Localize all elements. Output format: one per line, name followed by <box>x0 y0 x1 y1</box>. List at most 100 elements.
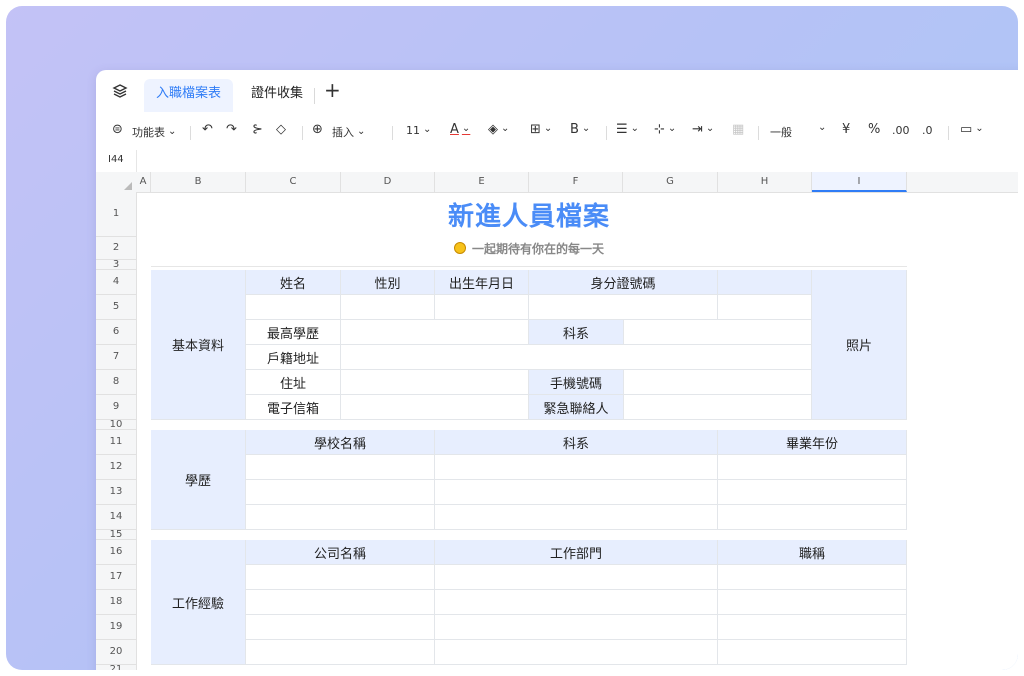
input-title-3[interactable] <box>718 615 907 640</box>
input-id-number[interactable] <box>529 295 718 320</box>
cell-h4[interactable] <box>718 270 812 295</box>
merge-cells-icon[interactable]: ▦ <box>732 122 744 137</box>
row-header-5[interactable]: 5 <box>96 295 136 320</box>
input-company-3[interactable] <box>246 615 435 640</box>
eraser-icon[interactable]: ◇ <box>276 122 286 137</box>
row-header-12[interactable]: 12 <box>96 455 136 480</box>
select-all-icon[interactable] <box>124 182 132 190</box>
label-major[interactable]: 科系 <box>529 320 624 345</box>
border-icon[interactable]: ⊞ <box>530 122 552 137</box>
tab-documents[interactable]: 證件收集 <box>239 79 315 112</box>
label-gender[interactable]: 性別 <box>341 270 435 295</box>
row-header-8[interactable]: 8 <box>96 370 136 395</box>
row-header-2[interactable]: 2 <box>96 237 136 260</box>
input-department-1[interactable] <box>435 565 718 590</box>
number-format-select[interactable]: 一般 <box>770 124 792 140</box>
row-header-20[interactable]: 20 <box>96 640 136 665</box>
insert-icon[interactable]: ⊕ <box>312 122 323 137</box>
input-email[interactable] <box>341 395 529 420</box>
row-header-3[interactable]: 3 <box>96 260 136 270</box>
input-school-1[interactable] <box>246 455 435 480</box>
input-title-1[interactable] <box>718 565 907 590</box>
input-education-level[interactable] <box>341 320 529 345</box>
label-birth-date[interactable]: 出生年月日 <box>435 270 529 295</box>
input-school-2[interactable] <box>246 480 435 505</box>
row-header-6[interactable]: 6 <box>96 320 136 345</box>
menu-icon[interactable]: ⊜ <box>112 122 123 137</box>
section-basic-info[interactable]: 基本資料 <box>151 270 246 420</box>
input-school-3[interactable] <box>246 505 435 530</box>
column-header-g[interactable]: G <box>623 172 718 192</box>
decrease-decimal-button[interactable]: .0 <box>922 124 933 137</box>
row-header-10[interactable]: 10 <box>96 420 136 430</box>
input-year-3[interactable] <box>718 505 907 530</box>
format-painter-icon[interactable]: ⊱ <box>252 122 263 137</box>
column-header-i[interactable]: I <box>812 172 907 192</box>
percent-button[interactable]: % <box>868 122 880 137</box>
column-header-b[interactable]: B <box>151 172 246 192</box>
align-icon[interactable]: ☰ <box>616 122 639 137</box>
label-address[interactable]: 住址 <box>246 370 341 395</box>
increase-decimal-button[interactable]: .00 <box>892 124 910 137</box>
input-address[interactable] <box>341 370 529 395</box>
column-header-a[interactable]: A <box>136 172 151 192</box>
label-photo[interactable]: 照片 <box>812 270 907 420</box>
label-company-name[interactable]: 公司名稱 <box>246 540 435 565</box>
text-wrap-icon[interactable]: ⇥ <box>692 122 714 137</box>
row-header-1[interactable]: 1 <box>96 192 136 237</box>
input-title-4[interactable] <box>718 640 907 665</box>
column-header-e[interactable]: E <box>435 172 529 192</box>
sheet-subtitle-row[interactable]: 一起期待有你在的每一天 <box>151 237 907 259</box>
number-format-caret-icon[interactable]: ⌄ <box>818 122 826 133</box>
column-header-d[interactable]: D <box>341 172 435 192</box>
bold-button[interactable]: B <box>570 122 590 137</box>
tab-onboarding[interactable]: 入職檔案表 <box>144 79 234 112</box>
menu-button[interactable]: 功能表 <box>132 124 176 140</box>
label-id-number[interactable]: 身分證號碼 <box>529 270 718 295</box>
input-emergency-contact[interactable] <box>624 395 812 420</box>
input-year-2[interactable] <box>718 480 907 505</box>
row-header-7[interactable]: 7 <box>96 345 136 370</box>
label-job-title[interactable]: 職稱 <box>718 540 907 565</box>
input-year-1[interactable] <box>718 455 907 480</box>
cell-h5[interactable] <box>718 295 812 320</box>
row-header-16[interactable]: 16 <box>96 540 136 565</box>
add-sheet-button[interactable]: + <box>324 78 341 102</box>
insert-button[interactable]: 插入 <box>332 124 365 140</box>
currency-button[interactable]: ¥ <box>842 122 850 137</box>
column-header-f[interactable]: F <box>529 172 623 192</box>
input-mobile[interactable] <box>624 370 812 395</box>
label-registered-address[interactable]: 戶籍地址 <box>246 345 341 370</box>
input-major[interactable] <box>624 320 812 345</box>
input-department-2[interactable] <box>435 590 718 615</box>
row-header-4[interactable]: 4 <box>96 270 136 295</box>
row-header-17[interactable]: 17 <box>96 565 136 590</box>
input-company-1[interactable] <box>246 565 435 590</box>
input-major-1[interactable] <box>435 455 718 480</box>
label-email[interactable]: 電子信箱 <box>246 395 341 420</box>
vertical-align-icon[interactable]: ⊹ <box>654 122 676 137</box>
row-header-18[interactable]: 18 <box>96 590 136 615</box>
label-school-name[interactable]: 學校名稱 <box>246 430 435 455</box>
input-company-4[interactable] <box>246 640 435 665</box>
fill-color-icon[interactable]: ◈ <box>488 122 509 137</box>
input-major-3[interactable] <box>435 505 718 530</box>
row-header-15[interactable]: 15 <box>96 530 136 540</box>
label-work-department[interactable]: 工作部門 <box>435 540 718 565</box>
column-header-c[interactable]: C <box>246 172 341 192</box>
row-header-19[interactable]: 19 <box>96 615 136 640</box>
input-title-2[interactable] <box>718 590 907 615</box>
row-header-14[interactable]: 14 <box>96 505 136 530</box>
section-education[interactable]: 學歷 <box>151 430 246 530</box>
input-department-4[interactable] <box>435 640 718 665</box>
section-work-experience[interactable]: 工作經驗 <box>151 540 246 665</box>
label-education-major[interactable]: 科系 <box>435 430 718 455</box>
input-major-2[interactable] <box>435 480 718 505</box>
label-education-level[interactable]: 最高學歷 <box>246 320 341 345</box>
input-name[interactable] <box>246 295 341 320</box>
row-header-11[interactable]: 11 <box>96 430 136 455</box>
font-size-select[interactable]: 11 <box>406 124 431 137</box>
row-header-13[interactable]: 13 <box>96 480 136 505</box>
redo-icon[interactable]: ↷ <box>226 122 237 137</box>
label-emergency-contact[interactable]: 緊急聯絡人 <box>529 395 624 420</box>
